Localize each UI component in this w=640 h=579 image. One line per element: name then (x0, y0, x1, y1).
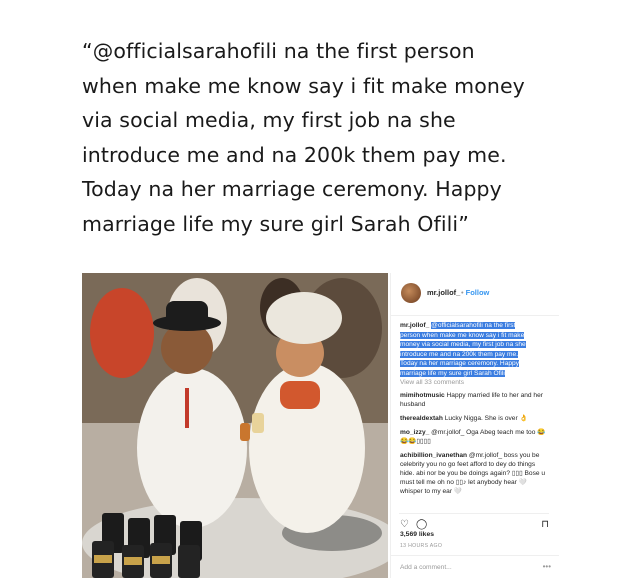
caption-line: @officialsarahofili na the first (431, 322, 516, 329)
quote-line: marriage life my sure girl Sarah Ofili” (82, 211, 469, 236)
bookmark-icon[interactable]: ⊓ (541, 519, 549, 530)
add-comment-area: Add a comment... ••• (391, 555, 559, 579)
comment-username[interactable]: achibillion_ivanethan (400, 452, 467, 459)
quote-line: via social media, my first job na she (82, 108, 456, 132)
caption-line: marriage life my sure girl Sarah Ofili (400, 369, 505, 377)
comment-icon[interactable]: ◯ (416, 519, 427, 530)
post-timestamp: 13 HOURS AGO (400, 543, 443, 549)
quote-text: “@officialsarahofili na the first person… (82, 34, 582, 241)
comment-username[interactable]: therealdextah (400, 415, 443, 422)
caption-line: introduce me and na 200k them pay me. (400, 350, 519, 358)
wedding-photo (82, 273, 388, 578)
comment-username[interactable]: mo_izzy_ (400, 429, 429, 436)
avatar[interactable] (401, 283, 421, 303)
wedding-photo-illustration (82, 273, 388, 578)
caption-line: money via social media, my first job na … (400, 341, 526, 348)
comments-list: mimihotmusic Happy married life to her a… (400, 391, 550, 501)
heart-icon[interactable]: ♡ (400, 519, 409, 530)
follow-label[interactable]: Follow (466, 288, 490, 297)
comment-item: mimihotmusic Happy married life to her a… (400, 391, 550, 409)
comment-text: Lucky Nigga. She is over 👌 (444, 415, 528, 422)
post-username[interactable]: mr.jollof_ (427, 288, 460, 297)
quote-line: Today na her marriage ceremony. Happy (82, 177, 502, 201)
comment-item: therealdextah Lucky Nigga. She is over 👌 (400, 414, 550, 423)
post-caption: mr.jollof_ @officialsarahofili na the fi… (400, 321, 548, 378)
likes-count[interactable]: 3,569 likes (400, 531, 434, 538)
instagram-post-panel: mr.jollof_ • Follow mr.jollof_ @officials… (390, 273, 559, 578)
caption-line: person when make me know say i fit make (400, 331, 525, 339)
comment-item: mo_izzy_ @mr.jollof_ Oga Abeg teach me t… (400, 428, 550, 446)
caption-username[interactable]: mr.jollof_ (400, 322, 429, 329)
comment-username[interactable]: mimihotmusic (400, 392, 445, 399)
post-header: mr.jollof_ • Follow (391, 273, 559, 316)
view-all-comments-link[interactable]: View all 33 comments (400, 379, 464, 386)
caption-line: Today na her marriage ceremony. Happy (400, 360, 519, 367)
quote-line: introduce me and na 200k them pay me. (82, 142, 507, 167)
more-icon[interactable]: ••• (543, 562, 551, 571)
follow-button[interactable]: • Follow (461, 288, 489, 297)
quote-line: when make me know say i fit make money (82, 73, 525, 98)
comment-item: achibillion_ivanethan @mr.jollof_ boss y… (400, 451, 550, 496)
add-comment-input[interactable]: Add a comment... (400, 564, 452, 571)
quote-line: “@officialsarahofili na the first person (82, 39, 475, 63)
post-actions: ♡ ◯ ⊓ (399, 513, 549, 531)
